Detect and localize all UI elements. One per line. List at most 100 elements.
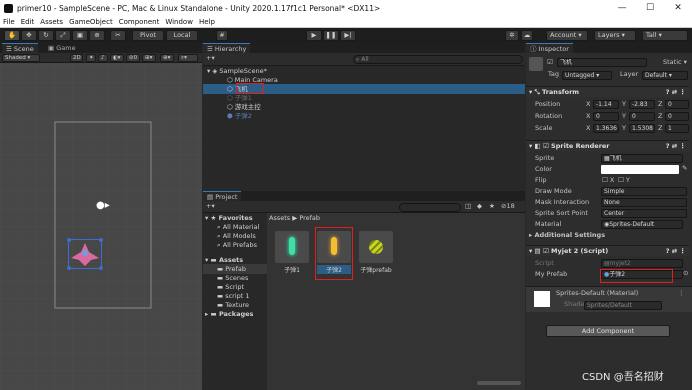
step-icon[interactable]: ▶| — [340, 30, 356, 41]
sprite-sort-point-dropdown[interactable]: Center — [601, 209, 687, 218]
minimize-button[interactable]: — — [608, 0, 636, 16]
mode-2d-toggle[interactable]: 2D — [70, 54, 83, 62]
hidden-objects-icon[interactable]: ⊘0 — [126, 54, 140, 62]
scale-x-field[interactable]: 1.3636 — [593, 124, 619, 133]
shader-dropdown[interactable]: Sprites/Default — [584, 301, 662, 310]
script-component-header[interactable]: ▾ ▤ ☑ Myjet 2 (Script) ? ⇄ ⋮ — [526, 245, 689, 256]
static-toggle[interactable]: Static ▾ — [663, 58, 687, 67]
tab-game[interactable]: ▣ Game — [44, 43, 80, 53]
additional-settings-foldout[interactable]: ▸ Additional Settings — [529, 231, 605, 240]
tab-hierarchy[interactable]: ☰ Hierarchy — [203, 43, 251, 53]
camera-icon[interactable]: ⊕▾ — [160, 54, 174, 62]
transform-header[interactable]: ▾ ⤡ Transform ? ⇄ ⋮ — [526, 86, 689, 97]
tab-scene[interactable]: ☰ Scene — [2, 43, 38, 53]
flip-y-checkbox[interactable]: ☐ Y — [618, 176, 630, 185]
menu-help[interactable]: Help — [199, 18, 215, 26]
pause-icon[interactable]: ❚❚ — [323, 30, 339, 41]
cloud-icon[interactable]: ☁ — [521, 30, 533, 41]
filter-type-icon[interactable]: ◫ — [465, 202, 471, 211]
scale-y-field[interactable]: 1.5308 — [629, 124, 655, 133]
hand-tool-icon[interactable]: ✋ — [4, 30, 20, 41]
object-picker-icon[interactable]: ⊙ — [683, 269, 688, 278]
rotation-y-field[interactable]: 0 — [629, 112, 655, 121]
scene-search-icon[interactable]: ⌕▾ — [178, 54, 198, 62]
rect-tool-icon[interactable]: ▣ — [72, 30, 88, 41]
rect-handle-icon[interactable] — [67, 238, 71, 242]
position-y-field[interactable]: -2.83 — [629, 100, 655, 109]
project-search-input[interactable] — [399, 203, 461, 212]
thumbnail-size-slider[interactable] — [477, 381, 521, 385]
transform-tool-icon[interactable]: ⊕ — [89, 30, 105, 41]
menu-assets[interactable]: Assets — [40, 18, 63, 26]
plane-sprite[interactable] — [67, 238, 103, 270]
local-button[interactable]: Local — [166, 30, 198, 41]
custom-tool-icon[interactable]: ✂ — [110, 30, 126, 41]
audio-icon[interactable]: ♪ — [98, 54, 108, 62]
collab-icon[interactable]: ✲ — [505, 30, 519, 41]
maximize-button[interactable]: ☐ — [636, 0, 664, 16]
rotation-z-field[interactable]: 0 — [665, 112, 689, 121]
menu-file[interactable]: File — [3, 18, 15, 26]
menu-window[interactable]: Window — [165, 18, 193, 26]
filter-label-icon[interactable]: ◆ — [477, 202, 482, 211]
eyedropper-icon[interactable]: ✎ — [682, 164, 687, 173]
rotate-tool-icon[interactable]: ↻ — [38, 30, 54, 41]
move-tool-icon[interactable]: ✥ — [21, 30, 37, 41]
position-z-field[interactable]: 0 — [665, 100, 689, 109]
component-menu-icon[interactable]: ? ⇄ ⋮ — [666, 87, 686, 97]
position-x-field[interactable]: -1.14 — [593, 100, 619, 109]
account-dropdown[interactable]: Account ▾ — [546, 30, 588, 41]
component-enabled-checkbox[interactable]: ☑ — [543, 247, 549, 255]
material-menu-icon[interactable]: ⋮ — [678, 289, 685, 298]
hierarchy-search-input[interactable]: ⌕ All — [353, 55, 523, 64]
hidden-count-icon[interactable]: ⊘18 — [501, 202, 515, 211]
add-component-button[interactable]: Add Component — [546, 325, 670, 337]
packages-node[interactable]: ▸ ▬ Packages — [205, 309, 253, 319]
camera-gizmo-icon[interactable]: ●▸ — [96, 201, 110, 211]
grid-snap-icon[interactable]: # — [216, 30, 228, 41]
play-icon[interactable]: ▶ — [306, 30, 322, 41]
scale-z-field[interactable]: 1 — [665, 124, 689, 133]
layer-dropdown[interactable]: Default ▾ — [642, 71, 688, 80]
scale-tool-icon[interactable]: ⤢ — [55, 30, 71, 41]
active-checkbox[interactable]: ☑ — [547, 58, 553, 67]
sprite-renderer-header[interactable]: ▾ ◧ ☑ Sprite Renderer ? ⇄ ⋮ — [526, 140, 689, 151]
flip-x-checkbox[interactable]: ☐ X — [602, 176, 614, 185]
hierarchy-add-button[interactable]: +▾ — [206, 54, 215, 63]
layout-dropdown[interactable]: Tall ▾ — [642, 30, 688, 41]
layers-dropdown[interactable]: Layers ▾ — [594, 30, 636, 41]
draw-mode-dropdown[interactable]: Simple — [601, 187, 687, 196]
gizmo-icon[interactable]: ⊞▾ — [142, 54, 156, 62]
fav-all-prefabs[interactable]: ⌕ All Prefabs — [217, 240, 257, 250]
menu-gameobject[interactable]: GameObject — [69, 18, 113, 26]
tab-inspector[interactable]: ⓘ Inspector — [526, 43, 573, 53]
tab-project[interactable]: ▤ Project — [203, 191, 242, 201]
effects-icon[interactable]: ◐▾ — [110, 54, 124, 62]
hierarchy-item-bullet2[interactable]: ⬢ 子弹2 — [227, 111, 523, 121]
component-menu-icon[interactable]: ? ⇄ ⋮ — [666, 246, 686, 256]
menu-edit[interactable]: Edit — [21, 18, 35, 26]
mask-interaction-dropdown[interactable]: None — [601, 198, 687, 207]
tag-dropdown[interactable]: Untagged ▾ — [562, 71, 612, 80]
lighting-icon[interactable]: ✦ — [86, 54, 96, 62]
prefab-bullet1[interactable]: 子弹1 — [275, 231, 309, 277]
sprite-field[interactable]: ▦飞机 — [601, 154, 683, 163]
prefab-bullet-prefab[interactable]: 子弹prefab — [359, 231, 393, 277]
menu-component[interactable]: Component — [119, 18, 160, 26]
color-swatch[interactable] — [601, 165, 679, 174]
project-add-button[interactable]: +▾ — [206, 202, 215, 211]
close-button[interactable]: ✕ — [664, 0, 692, 16]
rotation-x-field[interactable]: 0 — [593, 112, 619, 121]
component-enabled-checkbox[interactable]: ☑ — [543, 142, 549, 150]
rect-handle-icon[interactable] — [67, 266, 71, 270]
rect-handle-icon[interactable] — [99, 238, 103, 242]
rect-handle-icon[interactable] — [99, 266, 103, 270]
material-field[interactable]: ◉Sprites-Default — [601, 220, 683, 229]
component-menu-icon[interactable]: ? ⇄ ⋮ — [666, 141, 686, 151]
breadcrumb-leaf[interactable]: Prefab — [299, 214, 320, 222]
object-name-field[interactable]: 飞机 — [557, 58, 647, 67]
breadcrumb-root[interactable]: Assets — [269, 214, 290, 222]
favorite-icon[interactable]: ★ — [489, 202, 495, 211]
shading-dropdown[interactable]: Shaded ▾ — [2, 54, 40, 62]
pivot-button[interactable]: Pivot — [132, 30, 164, 41]
